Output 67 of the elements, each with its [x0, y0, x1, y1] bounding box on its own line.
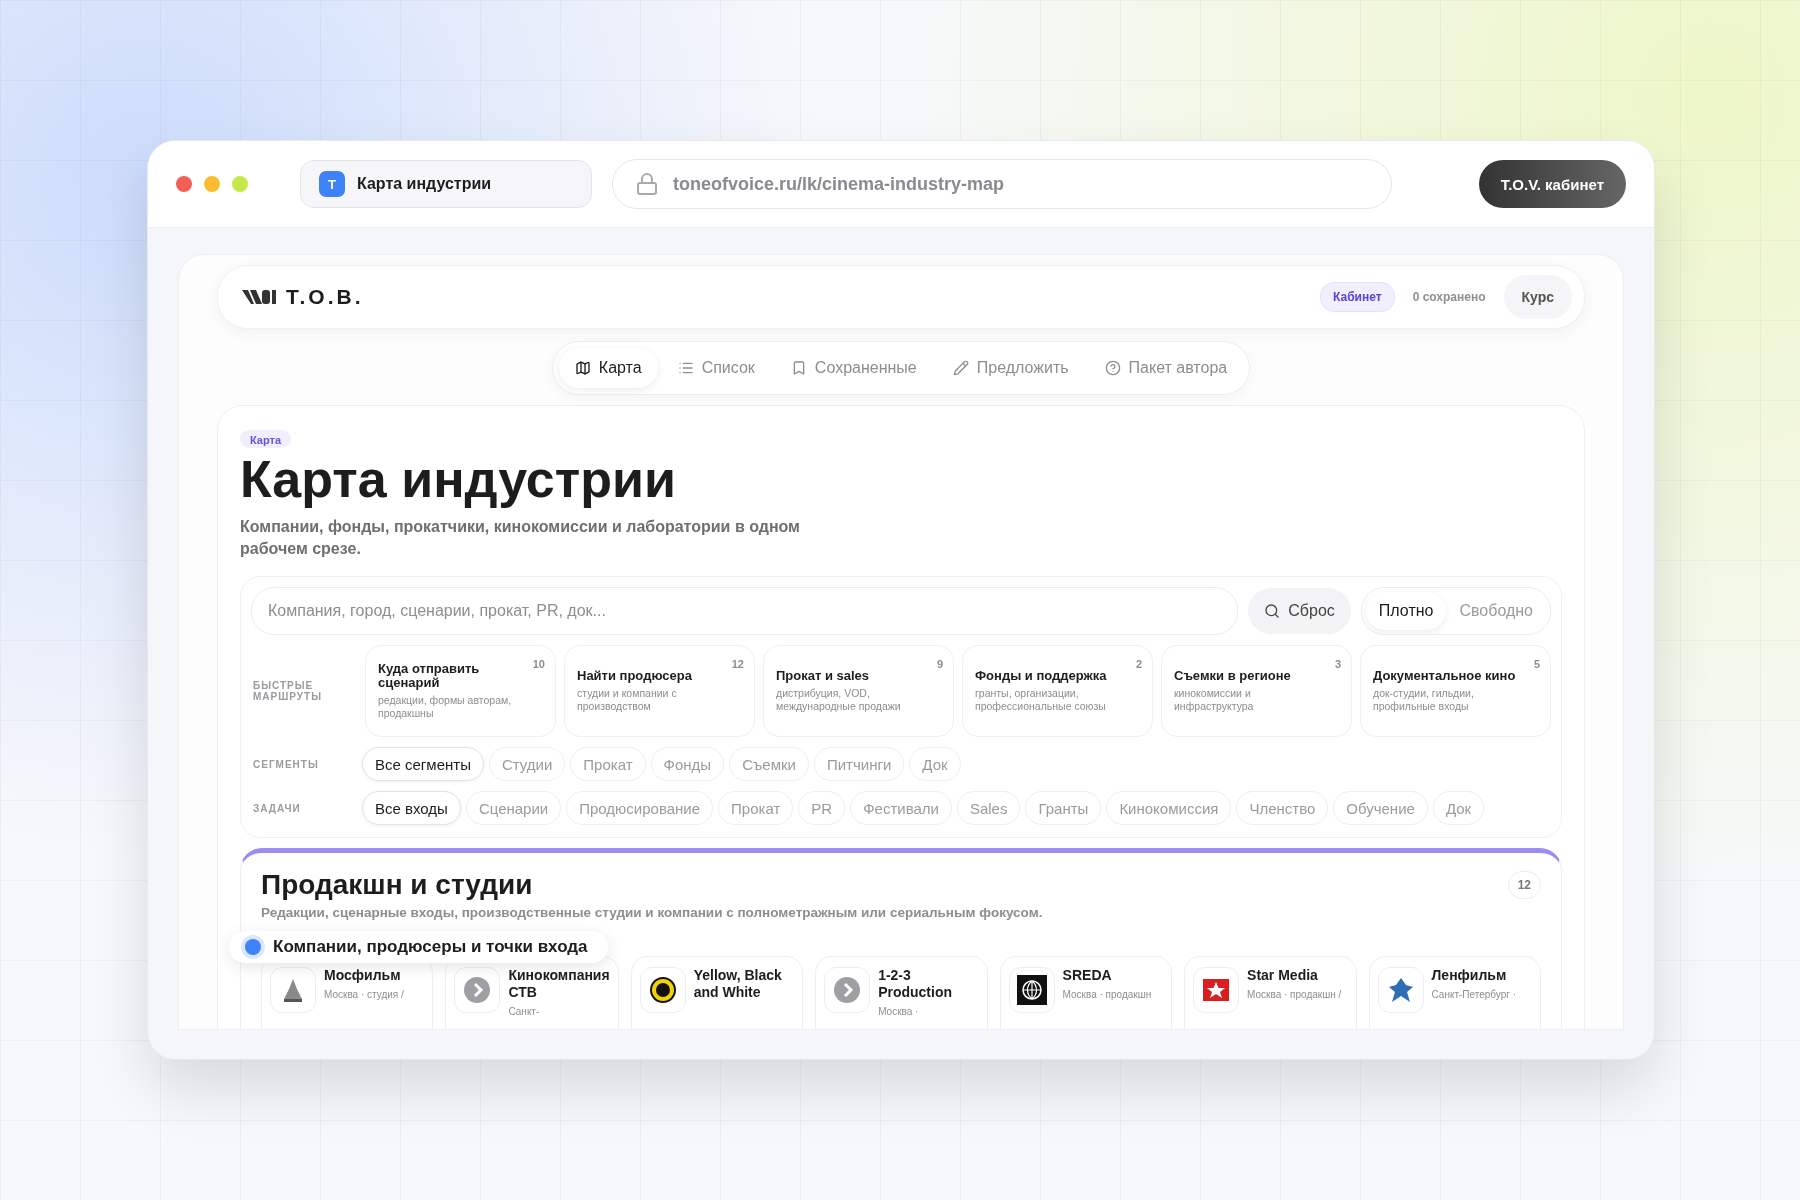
chevron-icon	[832, 975, 863, 1005]
company-card[interactable]: Ленфильм Санкт-Петербург ·	[1368, 956, 1541, 1029]
route-card[interactable]: Куда отправить сценарий редакции, формы авторам, продакшны 10	[365, 645, 556, 737]
saved-count: 0 сохранено	[1412, 290, 1486, 304]
company-name: Кинокомпания СТВ	[508, 967, 610, 1001]
url-text: toneofvoice.ru/lk/cinema-industry-map	[673, 173, 1005, 195]
company-name: Yellow, Black and White	[693, 967, 783, 1001]
minimize-icon[interactable]	[204, 176, 220, 192]
logo-mark-icon	[242, 289, 278, 305]
tab-title: Карта индустрии	[357, 175, 492, 193]
ring-icon	[647, 975, 678, 1005]
chip-text: Компании, продюсеры и точки входа	[273, 937, 588, 957]
route-card[interactable]: Прокат и sales дистрибуция, VOD, международные продажи 9	[763, 645, 954, 737]
close-icon[interactable]	[176, 176, 192, 192]
help-icon	[1104, 360, 1121, 376]
nav-tab[interactable]: Предложить	[936, 348, 1085, 388]
maximize-icon[interactable]	[232, 176, 248, 192]
company-meta: Санкт-Петербург ·	[1431, 988, 1517, 1001]
company-meta: Санкт-	[508, 1005, 541, 1018]
logo-text[interactable]: T.O.B.	[286, 285, 364, 309]
account-button[interactable]: T.O.V. кабинет	[1478, 160, 1626, 208]
browser-tab[interactable]: T Карта индустрии	[300, 160, 592, 208]
section-description: Редакции, сценарные входы, производственные студии и компании с полнометражным или сериальным фокусом.	[261, 905, 1044, 920]
nav-tab[interactable]: Сохраненные	[774, 348, 933, 388]
company-meta: Москва ·	[878, 1005, 920, 1018]
search-field[interactable]: Компания, город, сценарии, прокат, PR, док...	[251, 587, 1239, 635]
route-card[interactable]: Найти продюсера студии и компании с производством 12	[564, 645, 755, 737]
company-card[interactable]: Star Media Москва · продакшн /	[1184, 956, 1357, 1029]
route-card[interactable]: Съемки в регионе кинокомиссии и инфраструктура 3	[1161, 645, 1352, 737]
segment-chip[interactable]: Все сегменты	[362, 747, 484, 781]
nav-tab[interactable]: Список	[661, 348, 771, 388]
pencil-icon	[952, 360, 969, 376]
cabinet-badge[interactable]: Кабинет	[1320, 282, 1395, 312]
lock-icon	[635, 172, 659, 196]
map-icon	[574, 360, 591, 376]
company-card[interactable]: SREDA Москва · продакшн	[999, 956, 1173, 1029]
company-name: Мосфильм	[324, 967, 402, 984]
company-meta: Москва · студия /	[324, 988, 404, 1001]
company-name: Ленфильм	[1431, 967, 1508, 984]
nav-tab[interactable]: Пакет автора	[1088, 348, 1244, 388]
company-card[interactable]: 1-2-3 Production Москва ·	[815, 956, 988, 1029]
density-option[interactable]: Плотно	[1365, 592, 1447, 630]
task-chip[interactable]: Все входы	[362, 791, 461, 825]
tab-favicon: T	[319, 171, 345, 197]
page-title: Карта индустрии	[240, 450, 677, 508]
company-name: 1-2-3 Production	[878, 967, 953, 1001]
search-icon	[1264, 603, 1281, 619]
company-meta: Москва · продакшн /	[1247, 988, 1342, 1001]
address-bar[interactable]: toneofvoice.ru/lk/cinema-industry-map	[612, 159, 1392, 209]
chevron-icon	[462, 975, 493, 1005]
segments-label: СЕГМЕНТЫ	[252, 758, 320, 770]
reset-button[interactable]: Сброс	[1248, 588, 1351, 634]
company-name: Star Media	[1247, 967, 1319, 984]
route-card[interactable]: Фонды и поддержка гранты, организации, профессиональные союзы 2	[962, 645, 1153, 737]
globe-icon	[1016, 975, 1047, 1005]
list-icon	[677, 360, 694, 376]
company-card[interactable]: Yellow, Black and White	[630, 956, 804, 1029]
page-eyebrow: Карта	[240, 430, 292, 448]
section-title: Продакшн и студии	[261, 869, 533, 901]
course-button[interactable]: Курс	[1503, 275, 1572, 319]
route-card[interactable]: Документальное кино док-студии, гильдии, профильные входы 5	[1360, 645, 1551, 737]
company-name: SREDA	[1062, 967, 1113, 984]
nav-tab[interactable]: Карта	[558, 348, 658, 388]
company-meta: Москва · продакшн	[1062, 988, 1152, 1001]
page-description: Компании, фонды, прокатчики, кинокомиссии и лаборатории в одном рабочем срезе.	[240, 517, 801, 559]
routes-label: БЫСТРЫЕ МАРШРУТЫ	[252, 680, 323, 702]
tasks-label: ЗАДАЧИ	[252, 802, 302, 814]
